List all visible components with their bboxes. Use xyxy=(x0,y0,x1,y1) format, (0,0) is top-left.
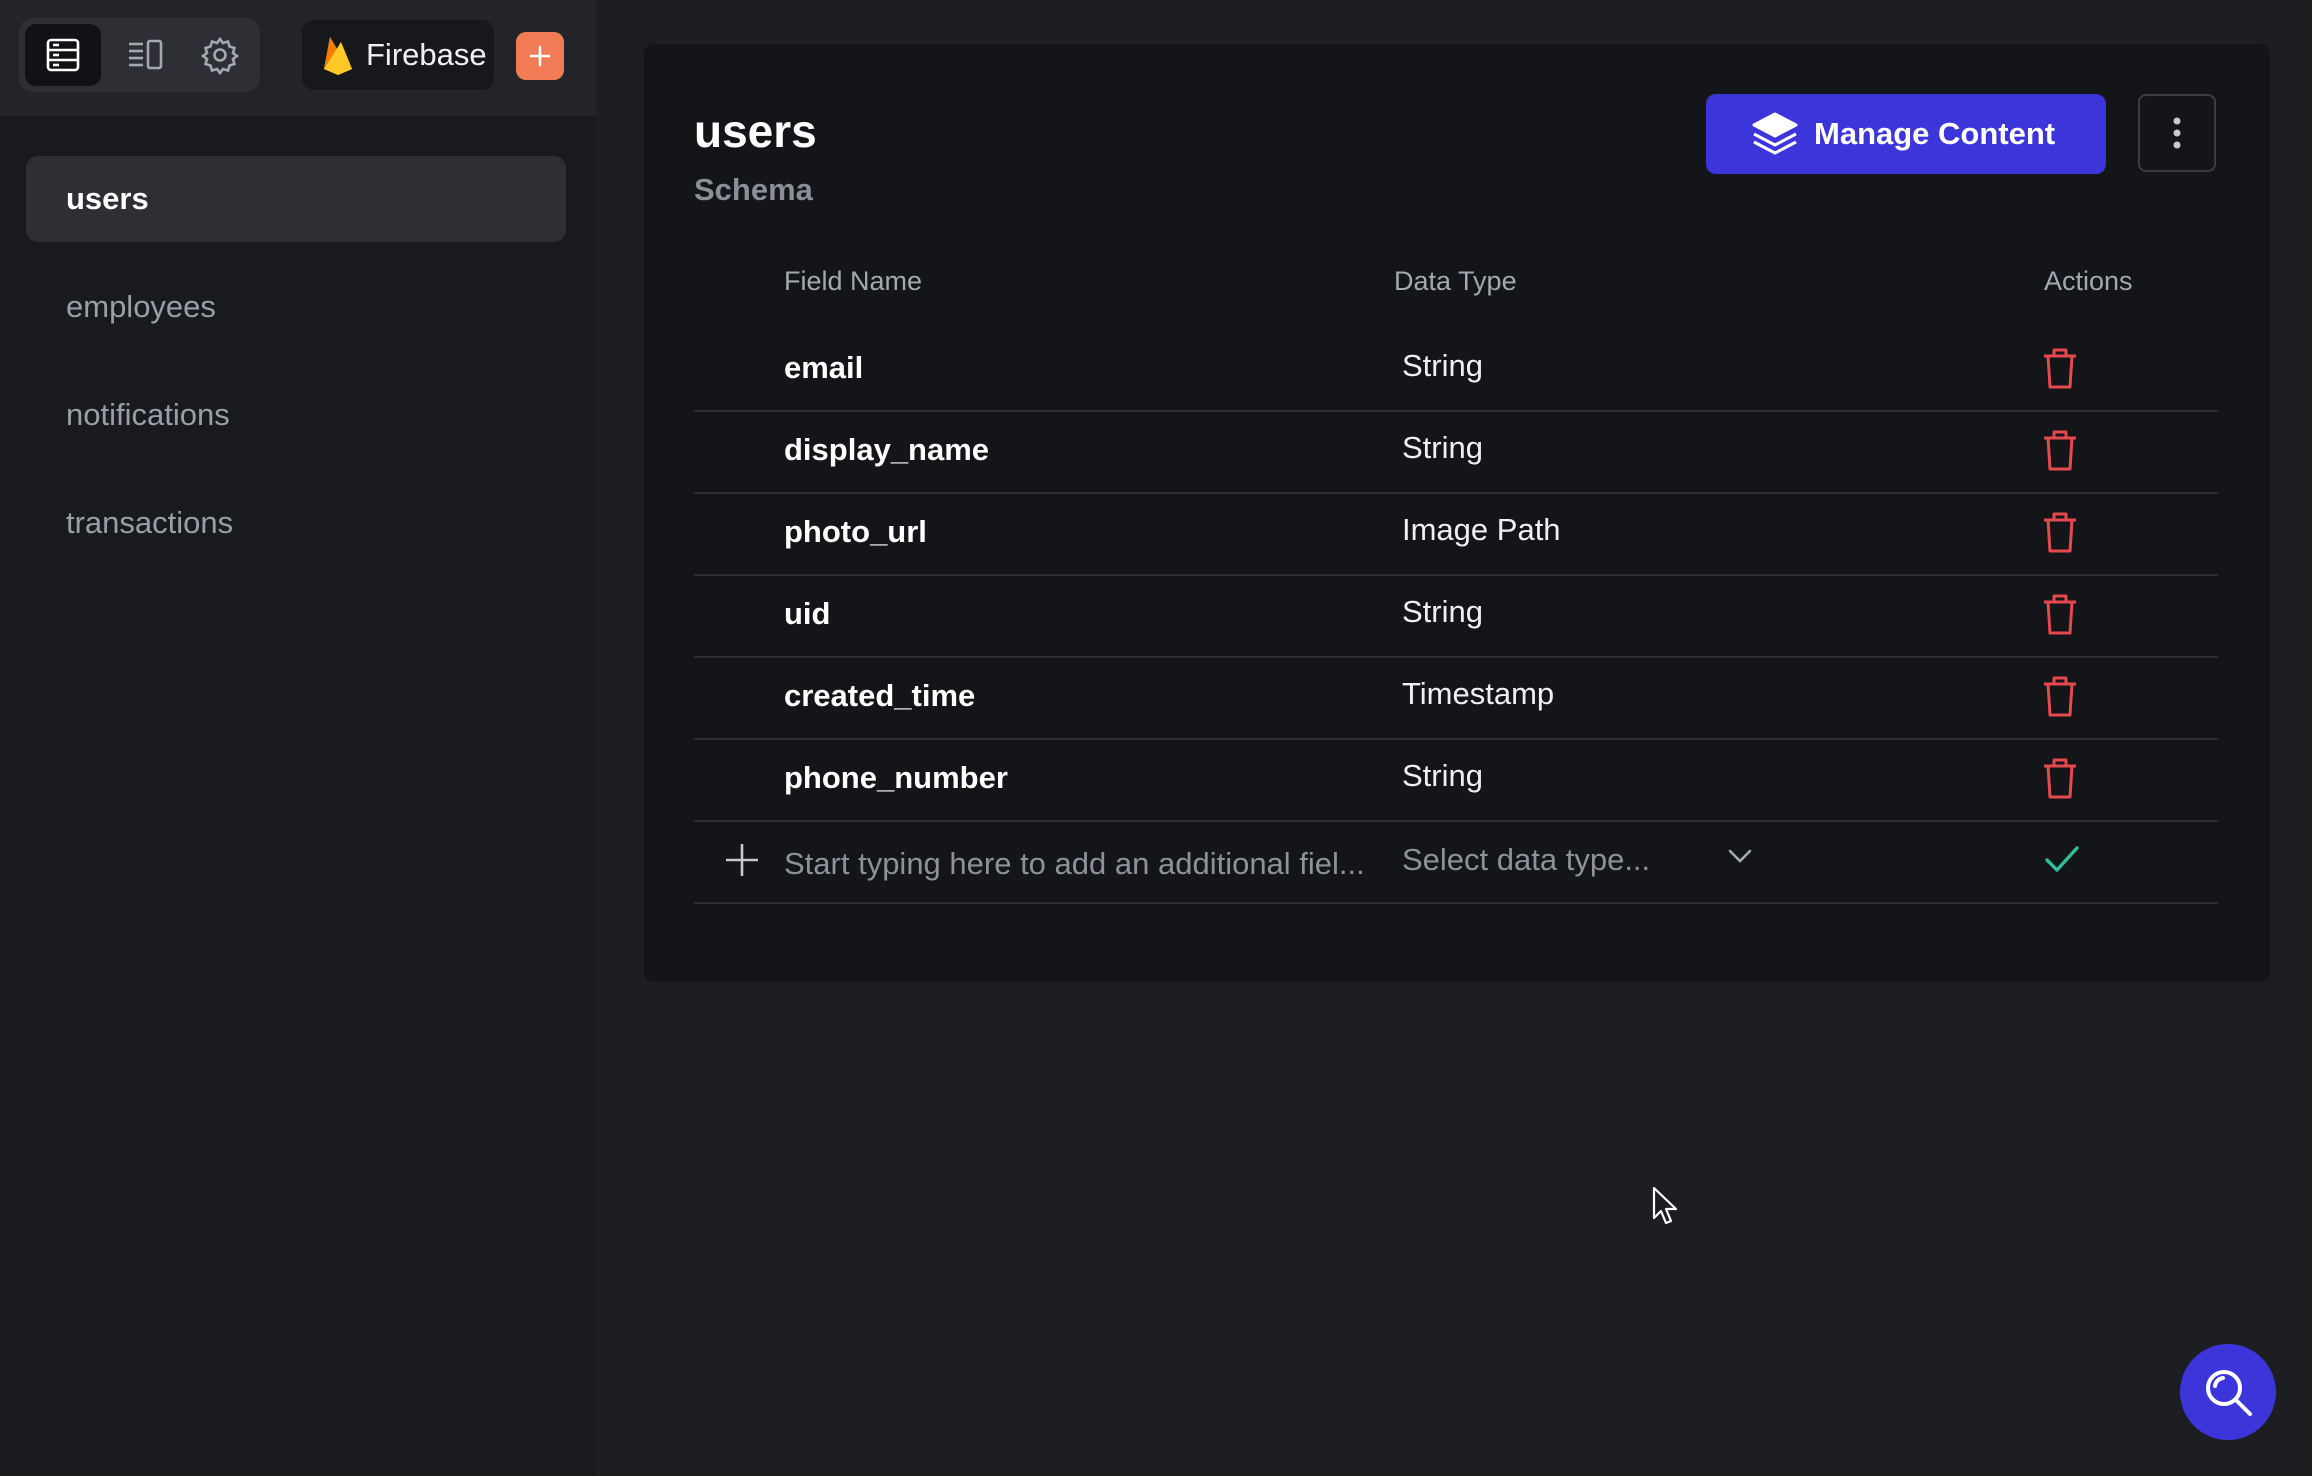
table-row: created_time Timestamp xyxy=(694,656,2218,740)
field-name: email xyxy=(784,350,864,385)
trash-icon[interactable] xyxy=(2042,674,2078,718)
new-field-row: Start typing here to add an additional f… xyxy=(694,820,2218,904)
firebase-icon xyxy=(324,37,352,75)
sidebar-item-label: employees xyxy=(66,289,216,324)
content-view-button[interactable] xyxy=(107,24,183,86)
settings-button[interactable] xyxy=(182,24,258,86)
field-type: Image Path xyxy=(1402,512,1561,547)
sidebar-toolbar: Firebase xyxy=(0,0,596,116)
search-icon xyxy=(2206,1370,2252,1416)
search-button[interactable] xyxy=(2180,1344,2276,1440)
provider-selector[interactable]: Firebase xyxy=(302,20,494,90)
field-name: phone_number xyxy=(784,760,1008,795)
trash-icon[interactable] xyxy=(2042,510,2078,554)
field-name: photo_url xyxy=(784,514,927,549)
more-options-button[interactable] xyxy=(2138,94,2216,172)
page-subtitle: Schema xyxy=(694,172,813,207)
field-type: Timestamp xyxy=(1402,676,1555,711)
trash-icon[interactable] xyxy=(2042,346,2078,390)
header-field-name: Field Name xyxy=(784,266,923,296)
chevron-down-icon[interactable] xyxy=(1726,846,1754,866)
more-vertical-icon xyxy=(2173,117,2181,149)
field-type: String xyxy=(1402,594,1483,629)
schema-view-button[interactable] xyxy=(25,24,101,86)
sidebar-item-employees[interactable]: employees xyxy=(26,264,566,350)
manage-content-label: Manage Content xyxy=(1814,116,2056,151)
header-actions: Actions xyxy=(2044,266,2133,296)
sidebar-item-users[interactable]: users xyxy=(26,156,566,242)
trash-icon[interactable] xyxy=(2042,592,2078,636)
field-type: String xyxy=(1402,758,1483,793)
page-title: users xyxy=(694,105,817,157)
field-type: String xyxy=(1402,348,1483,383)
table-row: display_name String xyxy=(694,410,2218,494)
table-row: phone_number String xyxy=(694,738,2218,822)
table-row: email String xyxy=(694,328,2218,412)
data-type-select[interactable]: Select data type... xyxy=(1402,842,1650,878)
table-row: uid String xyxy=(694,574,2218,658)
sidebar-item-label: transactions xyxy=(66,505,234,540)
layers-icon xyxy=(1752,112,1798,155)
field-name: uid xyxy=(784,596,831,631)
manage-content-button[interactable]: Manage Content xyxy=(1706,94,2106,174)
field-type: String xyxy=(1402,430,1483,465)
trash-icon[interactable] xyxy=(2042,756,2078,800)
new-field-name-input[interactable]: Start typing here to add an additional f… xyxy=(784,846,1365,882)
view-switcher xyxy=(19,18,260,92)
gear-icon xyxy=(200,36,240,75)
sidebar-item-label: notifications xyxy=(66,397,230,432)
sidebar-item-notifications[interactable]: notifications xyxy=(26,372,566,458)
field-name: created_time xyxy=(784,678,976,713)
check-icon[interactable] xyxy=(2044,842,2080,876)
trash-icon[interactable] xyxy=(2042,428,2078,472)
plus-icon xyxy=(529,45,551,67)
provider-name: Firebase xyxy=(366,37,487,72)
table-row: photo_url Image Path xyxy=(694,492,2218,576)
sidebar-item-label: users xyxy=(66,181,149,216)
add-collection-button[interactable] xyxy=(516,32,564,80)
mouse-cursor-icon xyxy=(1652,1186,1678,1225)
sidebar: Firebase users employees notifications t… xyxy=(0,0,596,1476)
database-icon xyxy=(46,38,80,72)
schema-card: users Schema Manage Content Field Name D… xyxy=(644,44,2270,982)
sidebar-item-transactions[interactable]: transactions xyxy=(26,480,566,566)
plus-icon xyxy=(726,844,758,876)
list-panel-icon xyxy=(129,39,163,70)
header-data-type: Data Type xyxy=(1394,266,1517,296)
field-name: display_name xyxy=(784,432,990,467)
